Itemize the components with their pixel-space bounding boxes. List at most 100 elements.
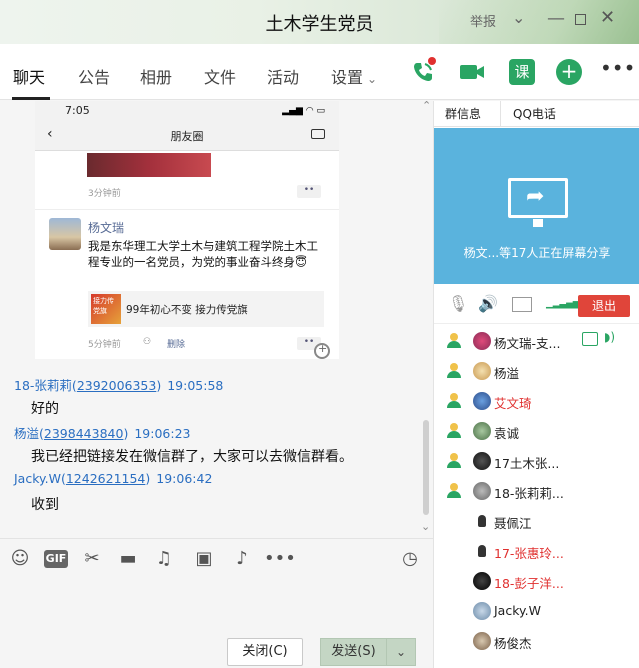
mic-on-icon: [446, 333, 462, 349]
image-icon[interactable]: ▣: [192, 547, 216, 571]
message-text: 好的: [31, 401, 59, 417]
tab-group-info[interactable]: 群信息: [445, 105, 481, 122]
like-icon: ⚇: [143, 337, 152, 347]
notification-dot: [428, 57, 436, 65]
input-toolbar: ☺ GIF ✂ ▬ ♫ ▣ ♪ ••• ◷: [0, 538, 433, 578]
link-thumbnail: 接力传党旗: [91, 294, 121, 324]
status-bar: 7:05 ▂▄▆ ◠ ▭: [35, 101, 339, 121]
sender-qq[interactable]: 2392006353: [77, 378, 157, 393]
member-name: 杨俊杰: [494, 636, 532, 651]
avatar: [473, 572, 491, 590]
avatar: [49, 218, 81, 250]
member-item[interactable]: 聂佩江: [434, 507, 639, 537]
chat-scrollbar[interactable]: [423, 420, 429, 515]
call-controls: 🎙 🔊 ▁▂▃▄▅ 退出: [434, 284, 639, 324]
bell-icon[interactable]: ♪: [230, 547, 254, 571]
member-item[interactable]: 17-张惠玲...: [434, 537, 639, 567]
sender-name[interactable]: 杨溢: [14, 426, 39, 441]
member-item[interactable]: 18-彭子洋...: [434, 567, 639, 597]
zoom-in-icon[interactable]: [314, 342, 330, 359]
plus-icon[interactable]: +: [556, 59, 582, 85]
link-title: 99年初心不变 接力传党旗: [126, 304, 248, 316]
chat-history[interactable]: 7:05 ▂▄▆ ◠ ▭ ‹ 朋友圈 3分钟前 •• 杨文瑞 我是东华理工大学土…: [0, 101, 433, 533]
maximize-icon[interactable]: [575, 14, 586, 25]
minimize-icon[interactable]: —: [547, 8, 565, 29]
mic-on-icon: [446, 363, 462, 379]
member-name: 18-彭子洋...: [494, 576, 564, 591]
member-item[interactable]: 杨俊杰: [434, 627, 639, 657]
message-header: 杨溢(2398443840) 19:06:23: [14, 426, 191, 441]
message-time: 19:06:42: [156, 471, 213, 486]
sender-name[interactable]: Jacky.W: [14, 471, 61, 486]
active-tab-indicator: [12, 97, 50, 100]
poster-name: 杨文瑞: [88, 221, 125, 235]
scissors-icon[interactable]: ✂: [80, 547, 104, 571]
report-button[interactable]: 举报: [470, 11, 496, 30]
avatar: [473, 332, 491, 350]
status-time: 7:05: [65, 104, 90, 117]
tab-files[interactable]: 文件: [204, 64, 236, 88]
send-button[interactable]: 发送(S): [320, 638, 386, 666]
camera-off-icon[interactable]: [512, 297, 532, 312]
message-header: 18-张莉莉(2392006353) 19:05:58: [14, 378, 224, 393]
sender-name[interactable]: 18-张莉莉: [14, 378, 72, 393]
screen-share-panel[interactable]: ➦ 杨文...等17人正在屏幕分享: [434, 128, 639, 284]
avatar: [473, 422, 491, 440]
signal-icon: ▁▂▃▄▅: [546, 298, 580, 309]
tab-album[interactable]: 相册: [140, 64, 172, 88]
speaker-icon[interactable]: 🔊: [478, 294, 498, 313]
tab-qq-call[interactable]: QQ电话: [513, 105, 556, 122]
shared-screenshot-image[interactable]: 7:05 ▂▄▆ ◠ ▭ ‹ 朋友圈 3分钟前 •• 杨文瑞 我是东华理工大学土…: [35, 101, 339, 359]
member-name: 聂佩江: [494, 516, 532, 531]
scroll-down-icon[interactable]: ⌄: [421, 520, 430, 533]
close-icon[interactable]: ✕: [600, 7, 615, 28]
mic-muted-icon[interactable]: 🎙: [448, 294, 468, 313]
folder-icon[interactable]: ▬: [116, 547, 140, 571]
comment-dots-icon: ••: [297, 185, 321, 198]
avatar: [473, 632, 491, 650]
tab-settings[interactable]: 设置 ⌄: [331, 64, 377, 88]
sender-qq[interactable]: 1242621154: [66, 471, 146, 486]
member-item[interactable]: 艾文琦: [434, 387, 639, 417]
sender-qq[interactable]: 2398443840: [44, 426, 124, 441]
send-options-chevron-icon[interactable]: ⌄: [386, 638, 416, 666]
member-name: 17土木张...: [494, 456, 560, 471]
member-item[interactable]: Jacky.W: [434, 597, 639, 627]
more-icon[interactable]: •••: [600, 56, 635, 82]
camera-icon: [311, 129, 325, 139]
tab-bar: 聊天 公告 相册 文件 活动 设置 ⌄ 课 + •••: [0, 44, 639, 100]
tab-activity[interactable]: 活动: [267, 64, 299, 88]
member-item[interactable]: 杨溢: [434, 357, 639, 387]
moments-nav: ‹ 朋友圈: [35, 121, 339, 151]
emoji-icon[interactable]: ☺: [8, 547, 32, 571]
avatar: [473, 362, 491, 380]
share-arrow-icon: ➦: [526, 184, 545, 209]
member-item[interactable]: 杨文瑞-支... ◗): [434, 327, 639, 357]
moments-title: 朋友圈: [170, 130, 204, 143]
exit-call-button[interactable]: 退出: [578, 295, 630, 317]
divider: [500, 101, 501, 127]
class-icon[interactable]: 课: [509, 59, 535, 85]
member-name: 17-张惠玲...: [494, 546, 564, 561]
member-item[interactable]: 袁诚: [434, 417, 639, 447]
member-item[interactable]: 17土木张...: [434, 447, 639, 477]
avatar: [473, 392, 491, 410]
chevron-down-icon: ⌄: [367, 72, 378, 86]
scroll-up-icon[interactable]: ⌃: [422, 99, 431, 112]
battery-icon: ▂▄▆ ◠ ▭: [282, 106, 325, 116]
history-icon[interactable]: ◷: [398, 547, 422, 571]
gif-icon[interactable]: GIF: [44, 550, 68, 568]
more-icon[interactable]: •••: [264, 547, 296, 571]
tab-chat[interactable]: 聊天: [13, 64, 45, 88]
link-card: 接力传党旗 99年初心不变 接力传党旗: [88, 291, 324, 327]
avatar: [478, 545, 486, 557]
video-icon[interactable]: [459, 59, 485, 85]
member-item[interactable]: 18-张莉莉...: [434, 477, 639, 507]
mic-on-icon: [446, 393, 462, 409]
chevron-down-icon[interactable]: ⌄: [512, 8, 525, 27]
tab-notice[interactable]: 公告: [78, 64, 110, 88]
close-button[interactable]: 关闭(C): [227, 638, 303, 666]
mic-on-icon: [446, 483, 462, 499]
music-icon[interactable]: ♫: [152, 547, 176, 571]
screen-share-status: 杨文...等17人正在屏幕分享: [463, 246, 611, 260]
